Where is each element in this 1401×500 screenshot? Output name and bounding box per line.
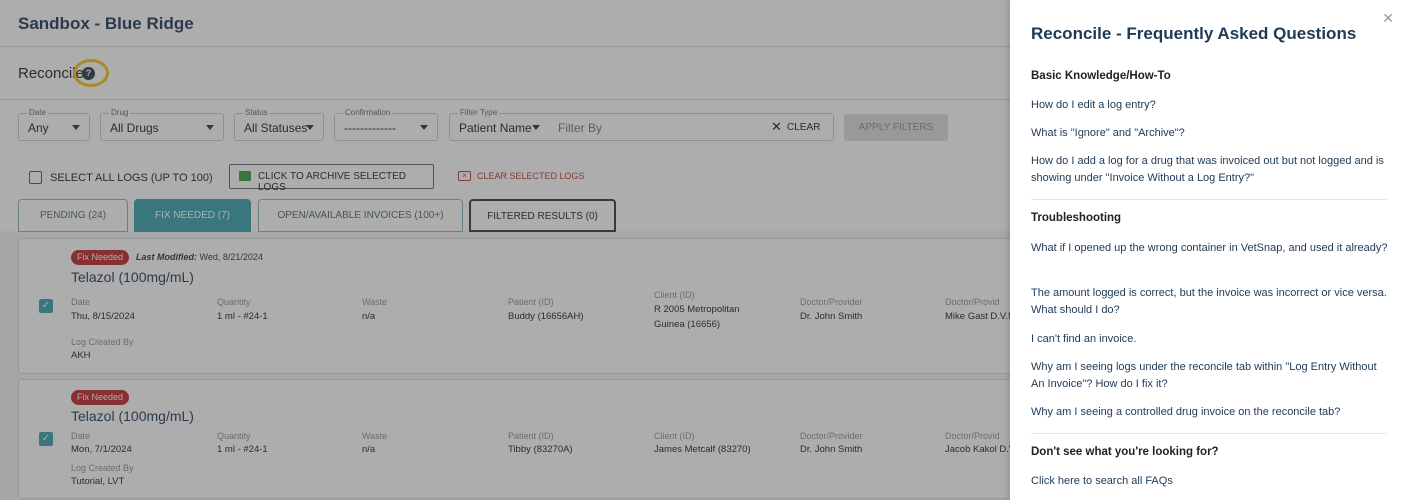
faq-title: Reconcile - Frequently Asked Questions — [1031, 24, 1357, 43]
faq-question-link[interactable]: What is "Ignore" and "Archive"? — [1031, 125, 1389, 142]
faq-footer-heading: Don't see what you're looking for? — [1031, 446, 1219, 458]
divider — [1031, 199, 1387, 200]
close-icon[interactable]: ✕ — [1382, 10, 1394, 27]
search-all-faqs-link[interactable]: Click here to search all FAQs — [1031, 473, 1389, 490]
modal-backdrop[interactable] — [0, 0, 1010, 500]
faq-section-heading: Basic Knowledge/How-To — [1031, 70, 1171, 82]
faq-section-heading: Troubleshooting — [1031, 212, 1122, 224]
faq-question-link[interactable]: Why am I seeing a controlled drug invoic… — [1031, 404, 1389, 421]
divider — [1031, 433, 1387, 434]
faq-question-link[interactable]: I can't find an invoice. — [1031, 331, 1389, 348]
faq-question-link[interactable]: What if I opened up the wrong container … — [1031, 240, 1389, 257]
faq-question-link[interactable]: How do I edit a log entry? — [1031, 97, 1389, 114]
faq-panel: ✕ Reconcile - Frequently Asked Questions… — [1010, 0, 1401, 500]
faq-question-link[interactable]: The amount logged is correct, but the in… — [1031, 285, 1389, 319]
faq-question-link[interactable]: How do I add a log for a drug that was i… — [1031, 153, 1389, 187]
faq-question-link[interactable]: Why am I seeing logs under the reconcile… — [1031, 359, 1389, 393]
